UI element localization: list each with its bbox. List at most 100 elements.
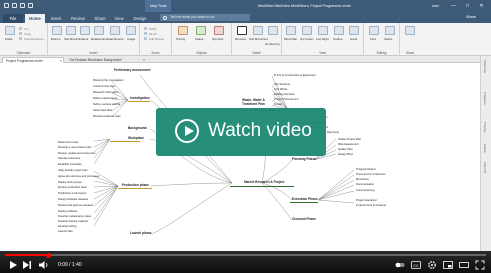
- symbols-icon[interactable]: [214, 26, 224, 35]
- callout-label[interactable]: Callout: [79, 37, 88, 41]
- attachments-icon[interactable]: [110, 26, 120, 35]
- remove-label[interactable]: Remove: [235, 37, 246, 41]
- share-button[interactable]: Share: [466, 13, 476, 22]
- tab-review[interactable]: Review: [67, 14, 89, 23]
- fullscreen-button[interactable]: [475, 260, 485, 270]
- priority-icon[interactable]: [178, 26, 188, 35]
- map-node[interactable]: Risk Assessment: [338, 143, 358, 146]
- map-node[interactable]: Tender: [274, 103, 282, 106]
- map-node[interactable]: Planning the investigation: [93, 79, 124, 82]
- format-painter-label[interactable]: Format Painter: [24, 37, 44, 41]
- zoom-100-icon[interactable]: [144, 27, 147, 30]
- next-button[interactable]: [22, 260, 32, 270]
- paste-icon[interactable]: [5, 26, 15, 35]
- sub-branches-icon[interactable]: [253, 26, 263, 35]
- map-node[interactable]: Review and approve releases: [58, 204, 93, 207]
- topic-planning-phase[interactable]: Planning Phase: [292, 157, 316, 161]
- user-name[interactable]: user: [432, 0, 439, 12]
- map-node[interactable]: Monitoring: [356, 178, 369, 181]
- map-node[interactable]: Align all with project plan: [58, 169, 88, 172]
- topic-production-phase[interactable]: Production phase: [122, 183, 149, 187]
- outline-label[interactable]: Outline: [333, 37, 343, 41]
- redo-icon[interactable]: [20, 3, 25, 8]
- map-node[interactable]: Procurement of Services: [356, 173, 385, 176]
- map-node[interactable]: Production environment: [58, 192, 86, 195]
- top-down-label[interactable]: Top Down: [300, 37, 313, 41]
- map-node[interactable]: Launch plan: [58, 230, 73, 233]
- tell-me-box[interactable]: Tell me what you want to do: [160, 14, 250, 21]
- fit-all-label[interactable]: Fit All: [149, 32, 156, 36]
- pane-tab-task-pane[interactable]: Task Pane: [483, 60, 487, 73]
- outline-icon[interactable]: [334, 26, 344, 35]
- topic-waste-water[interactable]: Waste, Water & Treatment Plan: [242, 98, 272, 106]
- map-node[interactable]: Documentation: [356, 183, 374, 186]
- tab-view[interactable]: View: [111, 14, 127, 23]
- tab-file[interactable]: File: [3, 14, 23, 23]
- undo-icon[interactable]: [12, 3, 17, 8]
- map-node[interactable]: Deploy work groups: [58, 181, 82, 184]
- volume-button[interactable]: [38, 260, 50, 270]
- show-icon[interactable]: [405, 26, 415, 35]
- topic-closeout-phase[interactable]: Closeout Phase: [292, 217, 316, 221]
- map-node[interactable]: Determine scope: [58, 141, 78, 144]
- map-node[interactable]: Develop maintenance plans: [58, 215, 91, 218]
- attachments-label[interactable]: Attachments: [107, 37, 124, 41]
- map-node[interactable]: Develop a new product plan: [58, 146, 91, 149]
- map-node[interactable]: Final Account & Closeout: [356, 204, 386, 207]
- map-node[interactable]: Initiate Project Plan: [338, 138, 361, 141]
- pane-tab-properties[interactable]: Properties: [483, 92, 487, 105]
- cut-icon[interactable]: [19, 27, 22, 30]
- topic-launch-phase[interactable]: Launch phase: [130, 231, 151, 235]
- maximize-button[interactable]: □: [462, 0, 473, 12]
- paste-label[interactable]: Paste: [5, 37, 13, 41]
- remove-icon[interactable]: [237, 26, 247, 35]
- save-icon[interactable]: [4, 3, 9, 8]
- map-node[interactable]: Civil Works: [274, 88, 287, 91]
- sub-branch-label[interactable]: Sub Branch: [64, 37, 80, 41]
- map-node[interactable]: Construct the idea: [93, 85, 115, 88]
- map-node[interactable]: Allocate resources: [58, 157, 80, 160]
- map-node[interactable]: Design software releases: [58, 198, 88, 201]
- callout-icon[interactable]: [80, 26, 90, 35]
- customize-icon[interactable]: [28, 3, 33, 8]
- map-node[interactable]: Review, update and revise plan: [58, 152, 95, 155]
- map-node[interactable]: Define requirements: [93, 97, 117, 100]
- mind-map-label[interactable]: Mind Map: [284, 37, 297, 41]
- find-label[interactable]: Find: [370, 37, 376, 41]
- numbering-label[interactable]: Numbering: [265, 42, 280, 46]
- left-right-icon[interactable]: [318, 26, 328, 35]
- settings-gear-icon[interactable]: [427, 260, 437, 270]
- pane-tab-timeline[interactable]: Timeline: [483, 122, 487, 132]
- sub-branch-icon[interactable]: [66, 26, 76, 35]
- find-icon[interactable]: [369, 26, 379, 35]
- map-node[interactable]: Site Structure: [274, 83, 290, 86]
- map-node[interactable]: Define success criteria: [93, 103, 120, 106]
- map-node[interactable]: Commissioning: [356, 189, 374, 192]
- close-button[interactable]: ✕: [476, 0, 487, 12]
- central-topic[interactable]: Market Research & Project: [244, 180, 284, 184]
- symbols-label[interactable]: Symbols: [212, 37, 224, 41]
- full-screen-label[interactable]: Full Screen: [149, 37, 164, 41]
- pane-tab-outline[interactable]: Outline: [483, 144, 487, 153]
- mind-map-icon[interactable]: [286, 26, 296, 35]
- tab-design[interactable]: Design: [129, 14, 151, 23]
- sub-branches-label[interactable]: Sub Branches: [249, 37, 268, 41]
- map-node[interactable]: Establish schedules: [58, 163, 82, 166]
- map-node[interactable]: Building Services: [274, 93, 295, 96]
- map-node[interactable]: Develop testing: [58, 225, 77, 228]
- numbering-icon[interactable]: [268, 26, 278, 35]
- gantt-label[interactable]: Gantt: [350, 37, 357, 41]
- select-icon[interactable]: [385, 26, 395, 35]
- mind-map-canvas[interactable]: Market Research & Project Preliminary as…: [0, 63, 480, 251]
- map-node[interactable]: Progress Report: [356, 168, 376, 171]
- map-node[interactable]: Employ production team: [58, 186, 87, 189]
- map-node[interactable]: Select best idea: [93, 109, 112, 112]
- topic-execution-phase[interactable]: Execution Phase: [292, 197, 318, 201]
- miniplayer-button[interactable]: [443, 260, 453, 270]
- relationship-icon[interactable]: [94, 26, 104, 35]
- minimize-button[interactable]: —: [448, 0, 459, 12]
- topic-background[interactable]: Background: [128, 126, 147, 130]
- zoom-100-label[interactable]: 100%: [149, 27, 157, 31]
- map-node[interactable]: R & D & Construction & Equipment: [274, 74, 316, 77]
- pane-tab-task-info[interactable]: Task Info: [483, 162, 487, 173]
